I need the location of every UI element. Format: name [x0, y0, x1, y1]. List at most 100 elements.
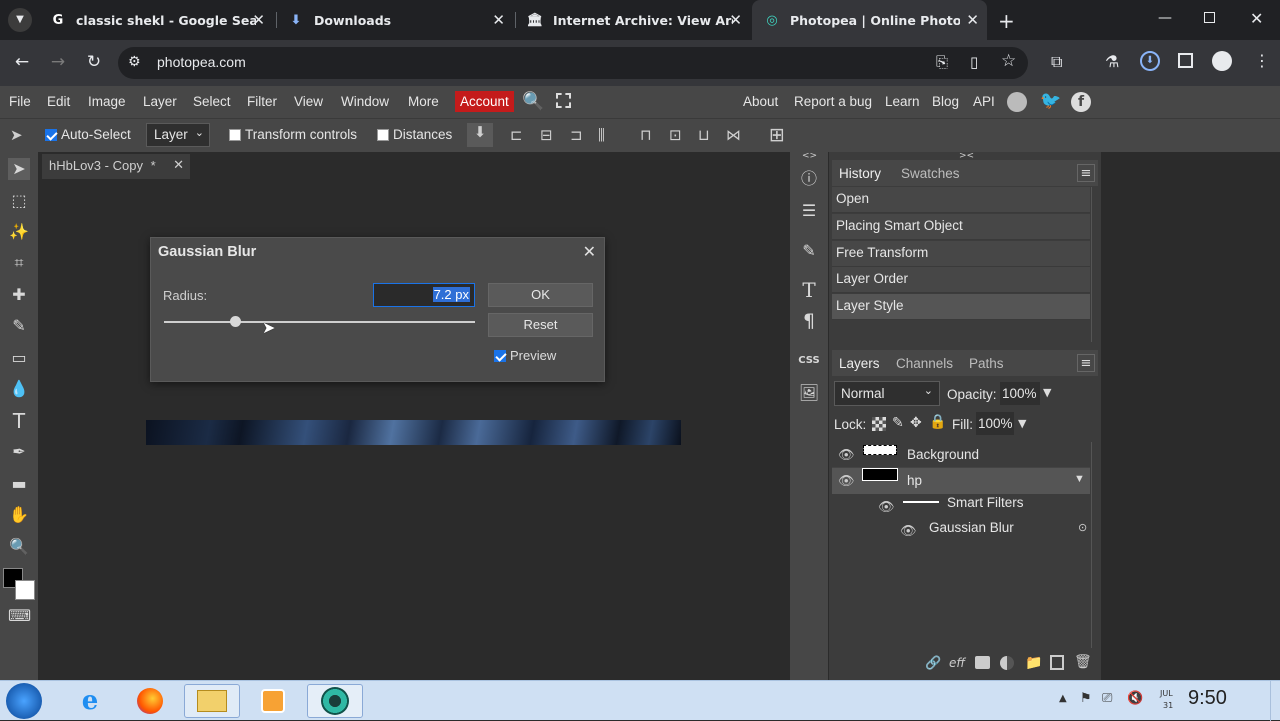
align-bottom-icon[interactable]: ⊔ [698, 126, 710, 144]
menu-filter[interactable]: Filter [247, 94, 277, 109]
distances-checkbox[interactable]: Distances [377, 127, 452, 142]
brush-tool-icon[interactable]: ✎ [8, 315, 30, 337]
tab-swatches[interactable]: Swatches [901, 166, 960, 181]
blend-mode-select[interactable]: Normal ⌄ [834, 381, 940, 406]
browser-tab-archive[interactable]: 🏛 Internet Archive: View Archive ✕ [515, 0, 750, 40]
reload-icon[interactable]: ↻ [83, 52, 105, 72]
shape-tool-icon[interactable]: ▬ [8, 473, 30, 495]
close-icon[interactable]: ✕ [729, 11, 742, 29]
tray-volume-icon[interactable]: 🔇 [1127, 691, 1143, 706]
zoom-tool-icon[interactable]: 🔍 [8, 536, 30, 558]
layer-row-background[interactable]: 👁 Background [832, 442, 1090, 468]
preview-checkbox[interactable]: Preview [494, 348, 556, 363]
tab-paths[interactable]: Paths [969, 356, 1004, 371]
extensions-icon[interactable]: ⧉ [1051, 52, 1062, 72]
menu-learn[interactable]: Learn [885, 94, 920, 109]
bookmark-star-icon[interactable]: ☆ [1001, 51, 1016, 71]
download-arrow-icon[interactable]: ⬇ [467, 123, 493, 147]
image-icon[interactable]: 🖼 [798, 382, 820, 404]
close-icon[interactable]: ✕ [492, 11, 505, 29]
expand-filters-icon[interactable]: ▼ [1074, 473, 1085, 485]
chrome-menu-icon[interactable]: ⋮ [1254, 51, 1270, 70]
menu-file[interactable]: File [9, 94, 31, 109]
menu-layer[interactable]: Layer [143, 94, 177, 109]
menu-blog[interactable]: Blog [932, 94, 959, 109]
background-color-swatch[interactable] [15, 580, 35, 600]
panel-menu-icon[interactable]: ≡ [1077, 164, 1095, 182]
site-info-icon[interactable]: ⚙ [128, 54, 141, 70]
canvas-image[interactable] [146, 420, 681, 445]
brush-settings-icon[interactable]: ✎ [798, 240, 820, 262]
reddit-icon[interactable] [1007, 92, 1027, 112]
history-item[interactable]: Layer Order [832, 267, 1090, 293]
install-app-icon[interactable]: ⎘ [936, 53, 948, 71]
forward-icon[interactable]: → [47, 52, 69, 72]
tab-search-button[interactable]: ▼ [8, 8, 32, 32]
add-mask-icon[interactable] [975, 656, 990, 669]
browser-tab-google[interactable]: G classic shekl - Google Search ✕ [38, 0, 273, 40]
fill-input[interactable]: 100% [976, 412, 1014, 435]
lock-position-icon[interactable]: ✥ [910, 415, 922, 431]
radius-input[interactable]: 7.2 px [373, 283, 475, 307]
layers-scrollbar[interactable] [1091, 442, 1098, 648]
ok-button[interactable]: OK [488, 283, 593, 307]
menu-image[interactable]: Image [88, 94, 126, 109]
fullscreen-icon[interactable] [556, 93, 571, 108]
eye-icon[interactable]: 👁 [900, 523, 917, 539]
menu-edit[interactable]: Edit [47, 94, 70, 109]
panel-menu-icon[interactable]: ≡ [1077, 354, 1095, 372]
lock-pixels-icon[interactable]: ✎ [892, 415, 904, 431]
menu-more[interactable]: More [408, 94, 439, 109]
grid-icon[interactable]: ⊞ [769, 124, 785, 146]
gradient-tool-icon[interactable]: ▭ [8, 347, 30, 369]
close-icon[interactable]: ✕ [252, 11, 265, 29]
taskbar-ie-icon[interactable]: e [62, 684, 118, 718]
labs-icon[interactable]: ⚗ [1105, 52, 1119, 71]
minimize-icon[interactable]: — [1158, 10, 1172, 26]
back-icon[interactable]: ← [11, 52, 33, 72]
magic-wand-icon[interactable]: ✨ [8, 221, 30, 243]
url-text[interactable]: photopea.com [157, 54, 246, 70]
layer-effects-icon[interactable]: eff [949, 656, 965, 670]
eye-icon[interactable]: 👁 [838, 447, 855, 463]
type-tool-icon[interactable]: T [8, 410, 30, 432]
clock-time[interactable]: 9:50 [1188, 687, 1227, 710]
eye-icon[interactable]: 👁 [838, 473, 855, 489]
taskbar-explorer-icon[interactable] [184, 684, 240, 718]
auto-select-checkbox[interactable]: Auto-Select [45, 127, 131, 142]
tab-layers[interactable]: Layers [839, 356, 880, 371]
menu-window[interactable]: Window [341, 94, 389, 109]
info-icon[interactable]: ⓘ [798, 168, 820, 190]
taskbar-chrome-icon[interactable] [307, 684, 363, 718]
transform-controls-checkbox[interactable]: Transform controls [229, 127, 357, 142]
history-scrollbar[interactable] [1091, 187, 1098, 342]
taskbar-media-icon[interactable] [245, 684, 301, 718]
character-icon[interactable]: T [798, 279, 820, 301]
move-tool-icon[interactable]: ➤ [8, 158, 30, 180]
close-icon[interactable]: ✕ [966, 11, 979, 29]
align-center-h-icon[interactable]: ⊟ [540, 126, 553, 144]
trash-icon[interactable]: 🗑 [1074, 654, 1092, 670]
align-top-icon[interactable]: ⊓ [640, 126, 652, 144]
menu-report-bug[interactable]: Report a bug [794, 94, 872, 109]
search-icon[interactable]: 🔍 [522, 91, 544, 112]
tab-channels[interactable]: Channels [896, 356, 953, 371]
menu-select[interactable]: Select [193, 94, 231, 109]
align-left-icon[interactable]: ⊏ [510, 126, 523, 144]
gaussian-blur-filter-row[interactable]: 👁 Gaussian Blur ⊙ [832, 519, 1090, 545]
smart-filters-row[interactable]: 👁 Smart Filters [832, 494, 1090, 520]
collapse-arrows-icon[interactable]: <> [802, 151, 817, 161]
facebook-icon[interactable]: f [1071, 92, 1091, 112]
new-group-icon[interactable]: 📁 [1025, 655, 1042, 671]
document-tab[interactable]: hHbLov3 - Copy * ✕ [42, 154, 190, 179]
start-button[interactable] [6, 683, 42, 719]
page-icon[interactable]: ▯ [970, 53, 978, 71]
twitter-icon[interactable]: 🐦 [1040, 91, 1061, 111]
download-progress-icon[interactable]: ⬇ [1140, 51, 1160, 71]
blur-tool-icon[interactable]: 💧 [8, 378, 30, 400]
opacity-input[interactable]: 100% [1000, 382, 1040, 405]
restore-icon[interactable] [1204, 12, 1215, 23]
taskbar-firefox-icon[interactable] [122, 684, 178, 718]
canvas-workspace[interactable] [38, 152, 788, 680]
browser-tab-photopea[interactable]: ◎ Photopea | Online Photo Edito ✕ [752, 0, 987, 40]
